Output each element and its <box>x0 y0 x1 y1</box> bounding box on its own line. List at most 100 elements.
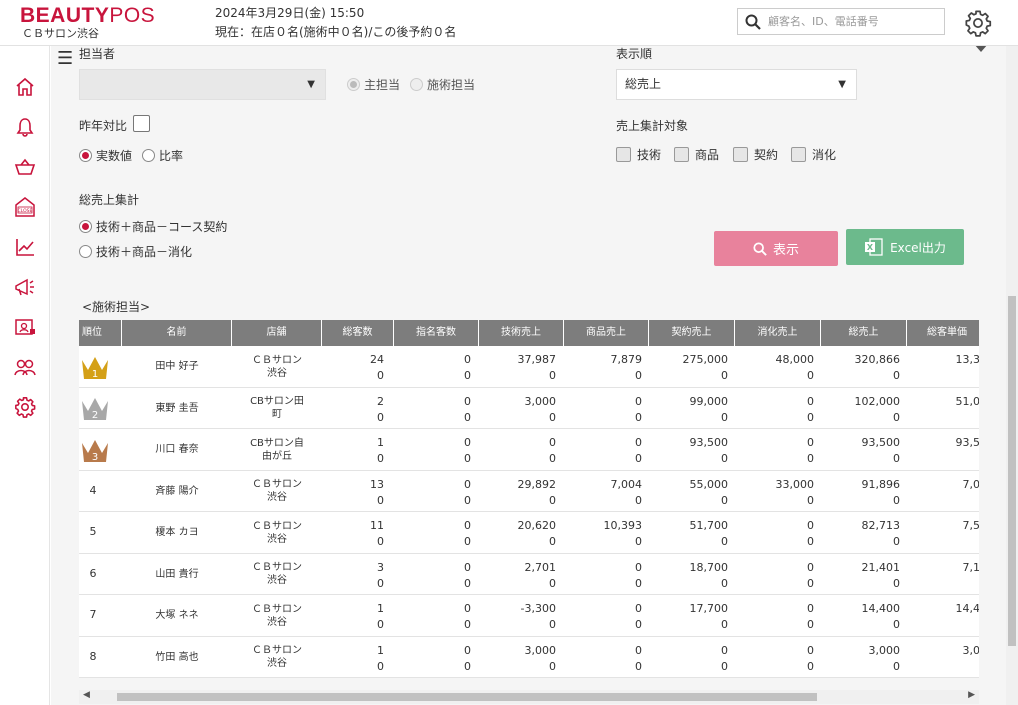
staff-name[interactable]: 大塚 ネネ <box>122 595 232 636</box>
radio-main-staff[interactable]: 主担当 <box>347 76 400 93</box>
checkbox-tech[interactable]: 技術 <box>616 146 661 163</box>
col-tech-sales[interactable]: 技術売上 <box>479 320 564 346</box>
radio-total-opt2[interactable]: 技術＋商品－消化 <box>79 243 192 260</box>
customer-search[interactable] <box>737 8 945 35</box>
cell-nominated: 00 <box>464 602 471 631</box>
close-register-icon[interactable]: CLOSE <box>12 194 38 220</box>
cell-sales: 14,400 0 <box>861 602 901 631</box>
store-name: ＣＢサロン渋谷 <box>252 520 302 545</box>
cell-tech: 20,620 0 <box>517 519 557 548</box>
rank-number: 7 <box>89 608 97 622</box>
megaphone-icon[interactable] <box>12 274 38 300</box>
col-contract-sales[interactable]: 契約売上 <box>649 320 735 346</box>
cell-goods: 7,879 0 <box>610 353 643 382</box>
cell-avg: 93,50 <box>955 436 980 449</box>
gear-icon[interactable] <box>964 9 992 37</box>
table-row[interactable]: 7 大塚 ネネ ＣＢサロン渋谷 1 0 0 0 -3,300 0 0 0 17,700 0 0 0 14,40… <box>79 595 979 637</box>
col-nominated[interactable]: 指名客数 <box>394 320 479 346</box>
cell-contract: 17,700 0 <box>689 602 729 631</box>
table-header: 順位 名前 店舗 総客数 指名客数 技術売上 商品売上 契約売上 消化売上 総売… <box>79 320 979 346</box>
cell-sales: 320,866 0 <box>854 353 901 382</box>
cell-total: 10 <box>377 436 384 465</box>
cell-contract: 55,000 0 <box>689 477 729 507</box>
scroll-left-icon[interactable]: ◀ <box>83 690 90 700</box>
col-goods-sales[interactable]: 商品売上 <box>564 320 649 346</box>
staff-name[interactable]: 川口 春奈 <box>122 429 232 470</box>
cell-tech: 3,000 0 <box>524 643 557 673</box>
table-row[interactable]: 5 榎本 カヨ ＣＢサロン渋谷 11 0 0 0 20,620 0 10,393 0 51,700 0 0… <box>79 512 979 554</box>
table-row[interactable]: 6 山田 貴行 ＣＢサロン渋谷 3 0 0 0 2,701 0 0 0 18,700 0 0 0 21,401… <box>79 553 979 595</box>
scroll-thumb[interactable] <box>1008 296 1016 646</box>
cell-avg: 3,00 <box>962 643 980 657</box>
staff-name[interactable]: 斉藤 陽介 <box>122 471 232 512</box>
table-row[interactable]: 8 竹田 高也 ＣＢサロン渋谷 10 00 3,0000 00 00 00 3,0000 3,00 <box>79 636 980 678</box>
checkbox-contract[interactable]: 契約 <box>733 146 778 163</box>
cell-nominated: 00 <box>464 560 471 590</box>
basket-icon[interactable] <box>12 154 38 180</box>
table-row[interactable]: 1 田中 好子 ＣＢサロン渋谷 24 0 0 0 37,987 0 7,879 0 275,000 0 4… <box>79 346 979 388</box>
cell-nominated: 00 <box>464 477 471 507</box>
crown-icon: 1 <box>79 346 122 387</box>
show-button[interactable]: 表示 <box>714 231 838 266</box>
cell-total: 20 <box>377 394 384 424</box>
svg-text:3: 3 <box>92 452 98 463</box>
radio-treatment-staff[interactable]: 施術担当 <box>410 76 475 93</box>
chart-icon[interactable] <box>12 234 38 260</box>
col-store[interactable]: 店舗 <box>232 320 322 346</box>
staff-select[interactable]: ▼ <box>79 69 326 100</box>
bell-icon[interactable] <box>12 114 38 140</box>
col-total-sales[interactable]: 総売上 <box>821 320 907 346</box>
staff-name[interactable]: 榎本 カヨ <box>122 512 232 553</box>
home-icon[interactable] <box>12 74 38 100</box>
sidebar: CLOSE <box>0 46 50 705</box>
radio-ratio[interactable]: 比率 <box>142 147 183 164</box>
col-rank[interactable]: 順位 <box>79 320 122 346</box>
radio-total-opt1[interactable]: 技術＋商品－コース契約 <box>79 218 227 235</box>
users-icon[interactable] <box>12 354 38 380</box>
yoy-checkbox[interactable] <box>133 115 156 132</box>
cell-sales: 82,713 0 <box>861 519 901 548</box>
cell-contract: 99,000 0 <box>689 394 729 424</box>
cell-tech: 29,892 0 <box>517 477 557 507</box>
col-consume-sales[interactable]: 消化売上 <box>735 320 821 346</box>
cell-total: 10 <box>377 602 384 631</box>
scroll-thumb[interactable] <box>117 693 817 701</box>
staff-name[interactable]: 竹田 高也 <box>122 637 232 678</box>
cell-total: 13 0 <box>370 477 384 507</box>
checkbox-goods[interactable]: 商品 <box>674 146 719 163</box>
staff-name[interactable]: 山田 貴行 <box>122 554 232 595</box>
svg-text:1: 1 <box>92 369 98 380</box>
shop-name: ＣＢサロン渋谷 <box>22 27 99 40</box>
cell-contract: 00 <box>721 643 728 673</box>
order-select[interactable]: 総売上 ▼ <box>616 69 857 100</box>
col-total-customers[interactable]: 総客数 <box>322 320 394 346</box>
staff-card-icon[interactable] <box>12 314 38 340</box>
cell-nominated: 00 <box>464 436 471 465</box>
horizontal-scrollbar[interactable]: ◀ ▶ <box>79 690 979 704</box>
yoy-label: 昨年対比 <box>79 119 128 133</box>
cell-avg: 13,37 <box>955 353 980 366</box>
cell-nominated: 00 <box>464 353 471 382</box>
staff-name[interactable]: 東野 圭吾 <box>122 388 232 429</box>
search-input[interactable] <box>768 12 938 31</box>
vertical-scrollbar[interactable] <box>1006 46 1018 705</box>
order-label: 表示順 <box>616 47 653 61</box>
table-row[interactable]: 2 東野 圭吾 CBサロン田町 2 0 0 0 3,000 0 0 0 99,000 0 0 0 102,00… <box>79 387 979 429</box>
col-avg-price[interactable]: 総客単価 <box>907 320 979 346</box>
settings-icon[interactable] <box>12 394 38 420</box>
chevron-down-icon: ▼ <box>838 79 846 90</box>
radio-actual-value[interactable]: 実数値 <box>79 147 132 164</box>
cell-goods: 00 <box>635 602 642 631</box>
staff-name[interactable]: 田中 好子 <box>122 346 232 387</box>
menu-toggle-icon[interactable]: ☰ <box>57 48 73 69</box>
checkbox-consume[interactable]: 消化 <box>791 146 836 163</box>
table-row[interactable]: 3 川口 春奈 CBサロン自由が丘 1 0 0 0 0 0 0 0 93,500 0 0 0 93,500 0 9… <box>79 429 979 471</box>
excel-export-button[interactable]: X Excel出力 <box>846 229 964 265</box>
app-header: BEAUTYPOS ＣＢサロン渋谷 2024年3月29日(金) 15:50 現在… <box>0 0 1018 46</box>
table-row[interactable]: 4 斉藤 陽介 ＣＢサロン渋谷 13 0 0 0 29,892 0 7,004 0 55,000 0 33… <box>79 470 979 512</box>
col-name[interactable]: 名前 <box>122 320 232 346</box>
store-name: ＣＢサロン渋谷 <box>252 645 302 669</box>
sales-target-label: 売上集計対象 <box>616 119 689 133</box>
scroll-right-icon[interactable]: ▶ <box>968 690 975 700</box>
svg-text:CLOSE: CLOSE <box>18 208 33 214</box>
